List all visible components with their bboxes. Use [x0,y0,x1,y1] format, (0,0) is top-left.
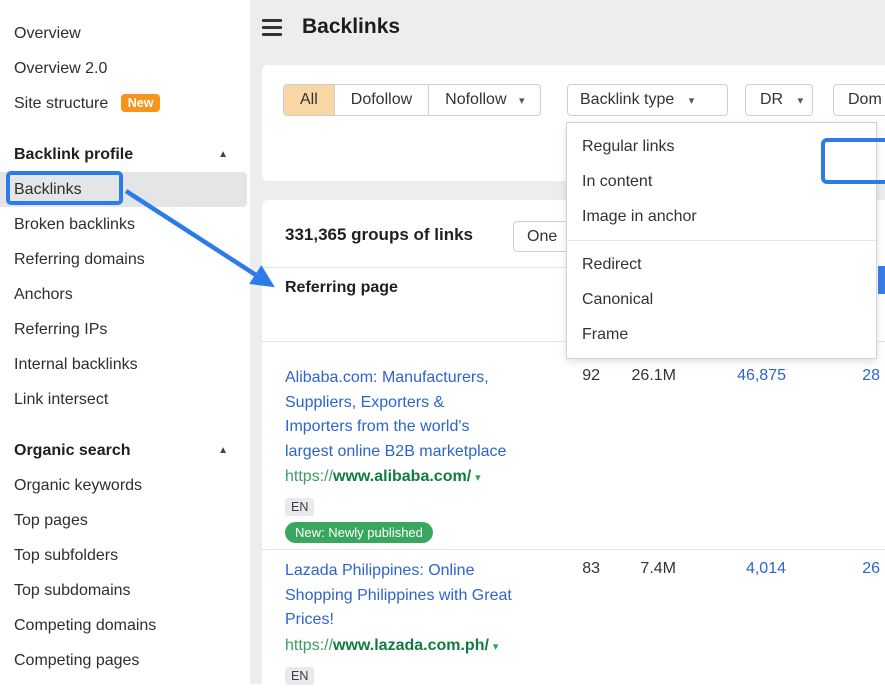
page-title: Backlinks [302,15,400,39]
metric-value: 83 [532,560,600,578]
sidebar-item-competing-domains[interactable]: Competing domains [0,608,250,643]
metric-link[interactable]: 46,875 [698,367,786,385]
sidebar-item-referring-domains[interactable]: Referring domains [0,242,250,277]
sidebar-item-overview[interactable]: Overview [0,16,250,51]
follow-filter-segmented-control: All Dofollow Nofollow ▾ [283,84,541,116]
url-domain: www.alibaba.com/ [333,468,471,485]
dropdown-item-in-content[interactable]: In content [567,164,876,199]
metric-link[interactable]: 4,014 [698,560,786,578]
chevron-down-icon: ▾ [798,95,804,107]
metric-value: 7.4M [608,560,676,578]
sidebar-item-top-pages[interactable]: Top pages [0,503,250,538]
new-badge: New [121,94,161,112]
column-header-referring-page[interactable]: Referring page [285,279,398,297]
backlink-type-label: Backlink type [580,91,674,108]
dropdown-item-image-in-anchor[interactable]: Image in anchor [567,199,876,234]
backlink-type-dropdown-menu: Regular links In content Image in anchor… [566,122,877,359]
newly-published-badge: New: Newly published [285,522,433,543]
url-caret-icon[interactable]: ▾ [475,472,481,484]
sidebar-section-organic-search[interactable]: Organic search ▲ [0,433,250,468]
dropdown-item-canonical[interactable]: Canonical [567,282,876,317]
filter-nofollow-button[interactable]: Nofollow ▾ [428,85,540,115]
sidebar-item-link-intersect[interactable]: Link intersect [0,382,250,417]
url-scheme: https:// [285,637,333,654]
filter-nofollow-label: Nofollow [445,91,506,108]
sidebar-item-referring-ips[interactable]: Referring IPs [0,312,250,347]
hamburger-menu-icon[interactable] [262,19,282,36]
metric-link[interactable]: 28 [802,367,880,385]
table-row: Alibaba.com: Manufacturers, Suppliers, E… [285,366,587,543]
language-badge: EN [285,667,314,685]
metric-link[interactable]: 26 [802,560,880,578]
dropdown-item-regular-links[interactable]: Regular links [567,129,876,164]
sidebar-item-top-subdomains[interactable]: Top subdomains [0,573,250,608]
section-title: Backlink profile [14,146,133,163]
dr-filter-button[interactable]: DR ▾ [745,84,813,116]
sidebar-item-top-subfolders[interactable]: Top subfolders [0,538,250,573]
sidebar-item-competing-pages[interactable]: Competing pages [0,643,250,678]
url-caret-icon[interactable]: ▾ [493,641,499,653]
filter-all-button[interactable]: All [284,85,334,115]
sidebar-item-label: Site structure [14,95,108,112]
collapse-icon: ▲ [218,137,228,172]
referring-page-url[interactable]: https://www.alibaba.com/ ▾ [285,465,587,490]
url-scheme: https:// [285,468,333,485]
sidebar-item-anchors[interactable]: Anchors [0,277,250,312]
clipped-blue-element [878,266,885,294]
collapse-icon: ▲ [218,433,228,468]
sidebar-item-overview-2-0[interactable]: Overview 2.0 [0,51,250,86]
title-line: Prices! [285,608,587,633]
chevron-down-icon: ▾ [689,95,695,107]
sidebar-item-backlinks[interactable]: Backlinks [0,172,247,207]
sidebar-item-organic-keywords[interactable]: Organic keywords [0,468,250,503]
dropdown-divider [567,240,876,241]
referring-page-url[interactable]: https://www.lazada.com.ph/ ▾ [285,634,587,659]
title-line: largest online B2B marketplace [285,440,587,465]
title-line: Suppliers, Exporters & [285,391,587,416]
language-badge: EN [285,498,314,516]
results-count: 331,365 groups of links [285,225,473,245]
sidebar-item-site-structure[interactable]: Site structure New [0,86,250,121]
dropdown-item-redirect[interactable]: Redirect [567,247,876,282]
metric-value: 26.1M [608,367,676,385]
filter-dofollow-button[interactable]: Dofollow [334,85,428,115]
metric-value: 92 [532,367,600,385]
backlink-type-filter-button[interactable]: Backlink type ▾ [567,84,728,116]
title-line: Shopping Philippines with Great [285,584,587,609]
domain-label: Dom [848,91,882,108]
domain-filter-button[interactable]: Dom [833,84,885,116]
sidebar: Overview Overview 2.0 Site structure New… [0,0,250,684]
sidebar-item-broken-backlinks[interactable]: Broken backlinks [0,207,250,242]
sidebar-item-internal-backlinks[interactable]: Internal backlinks [0,347,250,382]
section-title: Organic search [14,442,131,459]
divider [262,549,885,550]
sidebar-section-backlink-profile[interactable]: Backlink profile ▲ [0,137,250,172]
chevron-down-icon: ▾ [519,95,525,107]
dropdown-item-frame[interactable]: Frame [567,317,876,352]
dr-label: DR [760,91,783,108]
url-domain: www.lazada.com.ph/ [333,637,489,654]
title-line: Importers from the world's [285,415,587,440]
